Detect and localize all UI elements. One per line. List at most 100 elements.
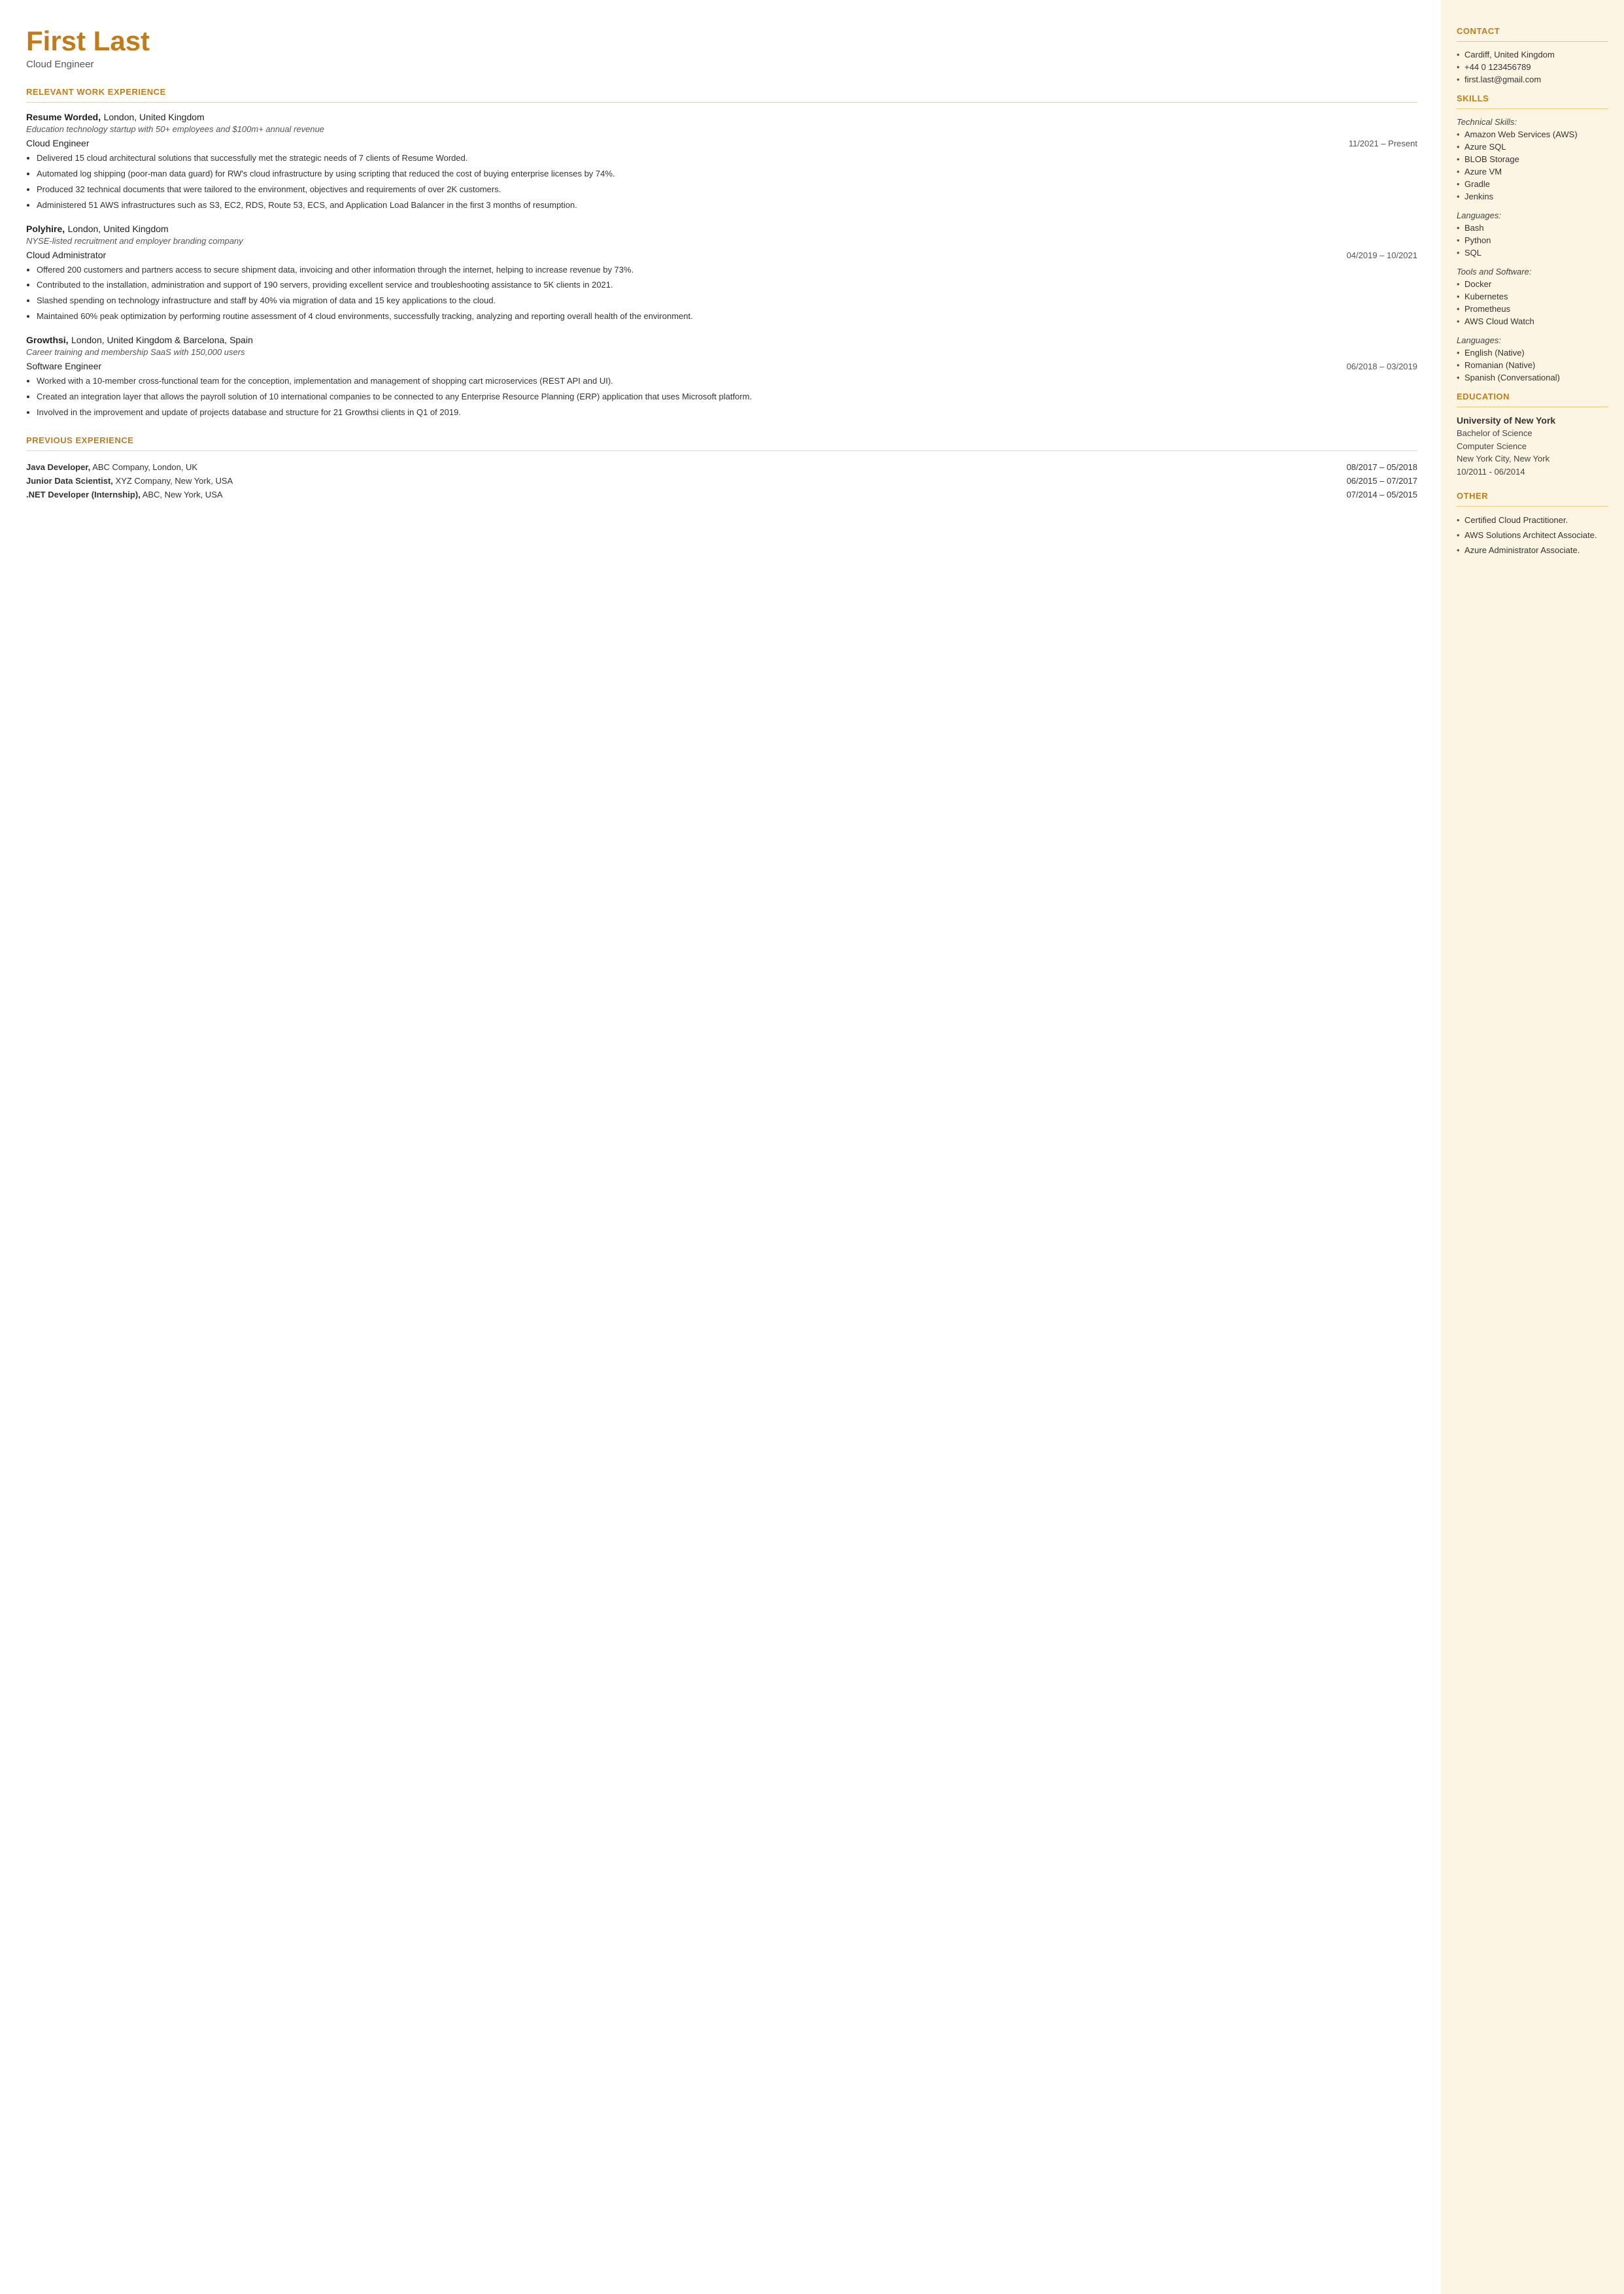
bullet-0-2: Produced 32 technical documents that wer… [37, 184, 1417, 196]
tech-item-1: Azure SQL [1457, 142, 1608, 152]
bullet-list-1: Offered 200 customers and partners acces… [37, 264, 1417, 323]
tool-item-0: Docker [1457, 279, 1608, 289]
bullet-list-2: Worked with a 10-member cross-functional… [37, 375, 1417, 419]
company-desc-1: NYSE-listed recruitment and employer bra… [26, 236, 1417, 246]
tools-label: Tools and Software: [1457, 267, 1608, 277]
job-dates-1: 04/2019 – 10/2021 [1347, 250, 1417, 260]
prev-exp-row-1: Junior Data Scientist, XYZ Company, New … [26, 474, 1417, 488]
lang2-label: Languages: [1457, 335, 1608, 345]
contact-item-1: +44 0 123456789 [1457, 62, 1608, 72]
job-title-2: Software Engineer [26, 361, 101, 371]
candidate-name: First Last [26, 26, 1417, 56]
prev-exp-role-bold-0: Java Developer, [26, 462, 90, 472]
tool-item-1: Kubernetes [1457, 292, 1608, 301]
edu-field: Computer Science [1457, 440, 1608, 453]
company-line-0: Resume Worded, London, United Kingdom [26, 112, 1417, 124]
prev-exp-table: Java Developer, ABC Company, London, UK … [26, 460, 1417, 501]
job-block-0: Resume Worded, London, United Kingdom Ed… [26, 112, 1417, 211]
job-dates-0: 11/2021 – Present [1349, 139, 1417, 148]
other-section-title: OTHER [1457, 491, 1608, 501]
job-row-1: Cloud Administrator 04/2019 – 10/2021 [26, 250, 1417, 260]
edu-degree: Bachelor of Science [1457, 427, 1608, 440]
other-item-2: Azure Administrator Associate. [1457, 545, 1608, 556]
section-divider [26, 102, 1417, 103]
tool-item-2: Prometheus [1457, 304, 1608, 314]
prev-exp-role-bold-1: Junior Data Scientist, [26, 476, 113, 486]
tech-item-3: Azure VM [1457, 167, 1608, 177]
prev-exp-role-rest-1: XYZ Company, New York, USA [113, 476, 233, 486]
tech-item-0: Amazon Web Services (AWS) [1457, 129, 1608, 139]
resume-header: First Last Cloud Engineer [26, 26, 1417, 70]
company-location-1: London, United Kingdom [68, 224, 169, 234]
bullet-2-2: Involved in the improvement and update o… [37, 407, 1417, 419]
lang2-item-0: English (Native) [1457, 348, 1608, 358]
prev-exp-role-bold-2: .NET Developer (Internship), [26, 490, 141, 499]
bullet-0-1: Automated log shipping (poor-man data gu… [37, 168, 1417, 180]
edu-university: University of New York [1457, 415, 1608, 426]
prev-exp-role-rest-2: ABC, New York, USA [141, 490, 223, 499]
edu-dates: 10/2011 - 06/2014 [1457, 465, 1608, 479]
lang2-item-2: Spanish (Conversational) [1457, 373, 1608, 382]
contact-item-2: first.last@gmail.com [1457, 75, 1608, 84]
bullet-2-0: Worked with a 10-member cross-functional… [37, 375, 1417, 388]
lang-item-2: SQL [1457, 248, 1608, 258]
contact-item-0: Cardiff, United Kingdom [1457, 50, 1608, 59]
job-block-1: Polyhire, London, United Kingdom NYSE-li… [26, 224, 1417, 323]
job-block-2: Growthsi, London, United Kingdom & Barce… [26, 335, 1417, 419]
prev-exp-row-0: Java Developer, ABC Company, London, UK … [26, 460, 1417, 474]
contact-divider [1457, 41, 1608, 42]
other-item-1: AWS Solutions Architect Associate. [1457, 530, 1608, 541]
edu-location: New York City, New York [1457, 452, 1608, 465]
company-desc-0: Education technology startup with 50+ em… [26, 124, 1417, 134]
tech-item-2: BLOB Storage [1457, 154, 1608, 164]
company-desc-2: Career training and membership SaaS with… [26, 347, 1417, 357]
bullet-0-0: Delivered 15 cloud architectural solutio… [37, 152, 1417, 165]
lang-item-1: Python [1457, 235, 1608, 245]
prev-exp-dates-1: 06/2015 – 07/2017 [1024, 474, 1417, 488]
bullet-1-0: Offered 200 customers and partners acces… [37, 264, 1417, 277]
prev-exp-role-2: .NET Developer (Internship), ABC, New Yo… [26, 488, 1024, 501]
main-column: First Last Cloud Engineer RELEVANT WORK … [0, 0, 1441, 2294]
lang2-item-1: Romanian (Native) [1457, 360, 1608, 370]
bullet-2-1: Created an integration layer that allows… [37, 391, 1417, 403]
lang-item-0: Bash [1457, 223, 1608, 233]
company-location-0: London, United Kingdom [104, 112, 205, 122]
contact-list: Cardiff, United Kingdom +44 0 123456789 … [1457, 50, 1608, 84]
bullet-1-2: Slashed spending on technology infrastru… [37, 295, 1417, 307]
job-title-0: Cloud Engineer [26, 138, 90, 148]
job-row-2: Software Engineer 06/2018 – 03/2019 [26, 361, 1417, 371]
candidate-title: Cloud Engineer [26, 59, 1417, 70]
prev-exp-role-0: Java Developer, ABC Company, London, UK [26, 460, 1024, 474]
job-dates-2: 06/2018 – 03/2019 [1347, 362, 1417, 371]
company-location-2: London, United Kingdom & Barcelona, Spai… [71, 335, 253, 345]
sidebar: CONTACT Cardiff, United Kingdom +44 0 12… [1441, 0, 1624, 2294]
company-line-1: Polyhire, London, United Kingdom [26, 224, 1417, 235]
prev-exp-dates-0: 08/2017 – 05/2018 [1024, 460, 1417, 474]
other-list: Certified Cloud Practitioner. AWS Soluti… [1457, 514, 1608, 557]
languages-label: Languages: [1457, 211, 1608, 220]
company-name-1: Polyhire, [26, 224, 65, 234]
prev-exp-role-rest-0: ABC Company, London, UK [90, 462, 197, 472]
education-section-title: EDUCATION [1457, 392, 1608, 401]
tech-item-4: Gradle [1457, 179, 1608, 189]
languages-list: Bash Python SQL [1457, 223, 1608, 258]
bullet-1-1: Contributed to the installation, adminis… [37, 279, 1417, 292]
lang2-list: English (Native) Romanian (Native) Spani… [1457, 348, 1608, 382]
contact-section-title: CONTACT [1457, 26, 1608, 36]
bullet-list-0: Delivered 15 cloud architectural solutio… [37, 152, 1417, 211]
tech-item-5: Jenkins [1457, 192, 1608, 201]
skills-section-title: SKILLS [1457, 93, 1608, 103]
other-item-0: Certified Cloud Practitioner. [1457, 514, 1608, 526]
prev-exp-row-2: .NET Developer (Internship), ABC, New Yo… [26, 488, 1417, 501]
company-name-0: Resume Worded, [26, 112, 101, 122]
company-name-2: Growthsi, [26, 335, 69, 345]
prev-exp-role-1: Junior Data Scientist, XYZ Company, New … [26, 474, 1024, 488]
tools-list: Docker Kubernetes Prometheus AWS Cloud W… [1457, 279, 1608, 326]
job-title-1: Cloud Administrator [26, 250, 106, 260]
bullet-1-3: Maintained 60% peak optimization by perf… [37, 311, 1417, 323]
section-prev-exp-title: PREVIOUS EXPERIENCE [26, 435, 1417, 445]
section-divider-prev [26, 450, 1417, 451]
bullet-0-3: Administered 51 AWS infrastructures such… [37, 199, 1417, 212]
company-line-2: Growthsi, London, United Kingdom & Barce… [26, 335, 1417, 346]
technical-list: Amazon Web Services (AWS) Azure SQL BLOB… [1457, 129, 1608, 201]
